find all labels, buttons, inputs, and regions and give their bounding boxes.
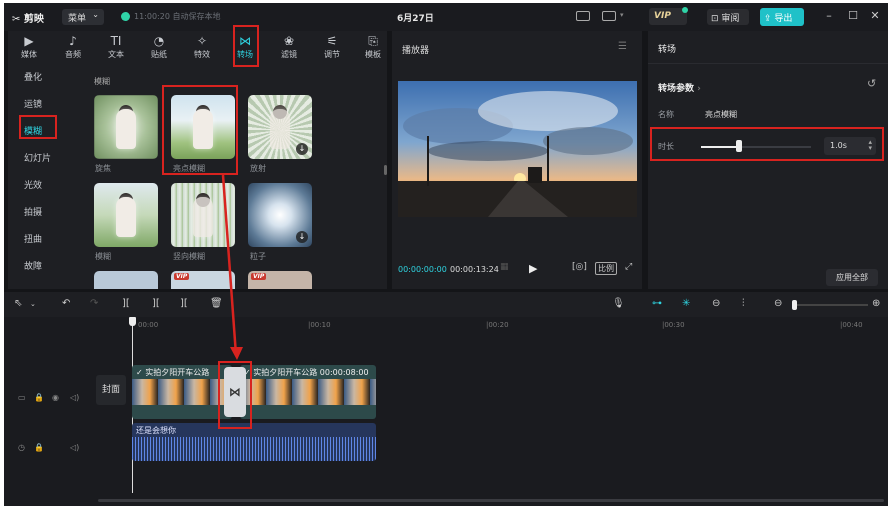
annotation-arrow [221, 174, 243, 360]
app-window: ✂ 剪映 菜单 ⌄ 11:00:20 自动保存本地 6月27日 ▾ VIP ⊡ 审… [4, 3, 888, 506]
